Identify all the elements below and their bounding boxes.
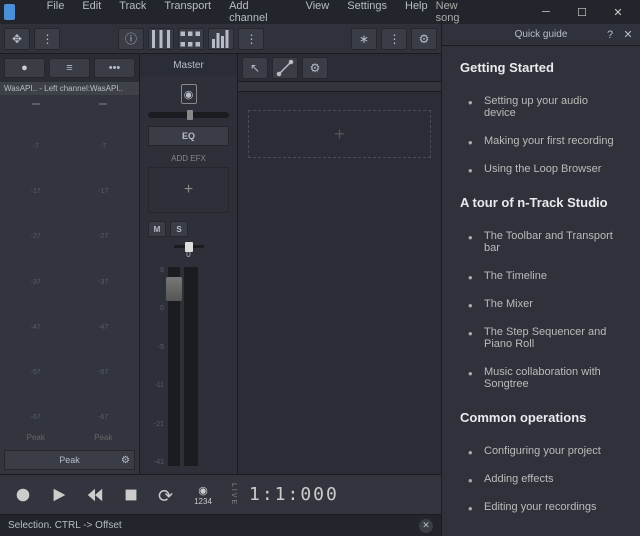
step-sequencer-button[interactable] <box>178 28 204 50</box>
guide-link-first-recording[interactable]: Making your first recording <box>468 127 622 155</box>
pointer-tool-button[interactable]: ↖ <box>242 57 268 79</box>
close-button[interactable]: ✕ <box>600 0 636 24</box>
app-icon <box>4 4 15 20</box>
guide-link-step-sequencer[interactable]: The Step Sequencer and Piano Roll <box>468 318 622 358</box>
master-eq-button[interactable]: EQ <box>148 126 229 146</box>
solo-button[interactable]: S <box>170 221 188 237</box>
info-button[interactable]: ⓘ <box>118 28 144 50</box>
section-getting-started: Getting Started <box>460 60 622 75</box>
guide-link-mixer[interactable]: The Mixer <box>468 290 622 318</box>
guide-link-timeline[interactable]: The Timeline <box>468 262 622 290</box>
section-common-ops: Common operations <box>460 410 622 425</box>
master-output-button[interactable]: ◉ <box>144 80 233 108</box>
minimize-button[interactable]: ─ <box>528 0 564 24</box>
settings-gear-button[interactable]: ⚙ <box>411 28 437 50</box>
guide-close-icon[interactable]: ✕ <box>622 29 634 41</box>
quick-guide-title: Quick guide <box>515 29 568 40</box>
guide-link-editing[interactable]: Editing your recordings <box>468 493 622 521</box>
add-fx-button[interactable]: + <box>148 167 229 213</box>
mixer-sliders-button[interactable] <box>148 28 174 50</box>
peak-dropdown[interactable]: Peak ⚙ <box>4 450 135 470</box>
record-arm-button[interactable]: ● <box>4 58 45 78</box>
add-track-zone[interactable]: + <box>248 110 431 158</box>
pan-slider[interactable] <box>174 245 204 248</box>
fader-scale: 60 -5-11 -21-41 <box>148 263 164 470</box>
maximize-button[interactable]: ☐ <box>564 0 600 24</box>
rewind-button[interactable] <box>80 480 110 510</box>
status-close-button[interactable]: ✕ <box>419 519 433 533</box>
window-title: New song <box>436 0 528 24</box>
play-button[interactable] <box>44 480 74 510</box>
record-button[interactable] <box>8 480 38 510</box>
master-meter <box>184 267 198 466</box>
master-gain-slider[interactable] <box>148 112 229 118</box>
timeline-ruler[interactable] <box>238 82 441 92</box>
live-label: LIVE <box>230 483 237 506</box>
more-panels-button[interactable]: ⋮ <box>238 28 264 50</box>
vu-meter-left: -7-17 -27-37 -47-57 -67 <box>4 99 68 425</box>
timeline-settings-button[interactable]: ⚙ <box>302 57 328 79</box>
peak-right-label: Peak <box>72 433 136 442</box>
guide-link-toolbar[interactable]: The Toolbar and Transport bar <box>468 222 622 262</box>
help-icon[interactable]: ? <box>604 29 616 41</box>
status-text: Selection. CTRL -> Offset <box>8 520 122 531</box>
time-display[interactable]: 1:1:000 <box>249 484 339 505</box>
guide-link-effects[interactable]: Adding effects <box>468 465 622 493</box>
guide-link-songtree[interactable]: Music collaboration with Songtree <box>468 358 622 398</box>
loop-button[interactable]: ⟳ <box>152 480 182 510</box>
section-tour: A tour of n-Track Studio <box>460 195 622 210</box>
eq-button[interactable] <box>208 28 234 50</box>
input-list-button[interactable]: ≡ <box>49 58 90 78</box>
guide-link-loop-browser[interactable]: Using the Loop Browser <box>468 155 622 183</box>
input-channel-label: WasAPI.. - Left channel:WasAPI.. <box>0 82 139 95</box>
vu-meter-right: -7-17 -27-37 -47-57 -67 <box>72 99 136 425</box>
input-more-button[interactable]: ••• <box>94 58 135 78</box>
view-more-button[interactable]: ⋮ <box>381 28 407 50</box>
automation-tool-button[interactable] <box>272 57 298 79</box>
snap-button[interactable]: ∗ <box>351 28 377 50</box>
speaker-icon: ◉ <box>181 84 197 104</box>
guide-link-configure[interactable]: Configuring your project <box>468 437 622 465</box>
more-tools-button[interactable]: ⋮ <box>34 28 60 50</box>
guide-link-audio-device[interactable]: Setting up your audio device <box>468 87 622 127</box>
stop-button[interactable] <box>116 480 146 510</box>
metronome-button[interactable]: ◉1234 <box>188 480 218 510</box>
mute-button[interactable]: M <box>148 221 166 237</box>
peak-gear-icon[interactable]: ⚙ <box>121 455 130 466</box>
master-fader[interactable] <box>168 267 180 466</box>
peak-left-label: Peak <box>4 433 68 442</box>
move-tool-button[interactable]: ✥ <box>4 28 30 50</box>
master-label: Master <box>140 54 237 76</box>
add-fx-label: ADD EFX <box>140 150 237 167</box>
